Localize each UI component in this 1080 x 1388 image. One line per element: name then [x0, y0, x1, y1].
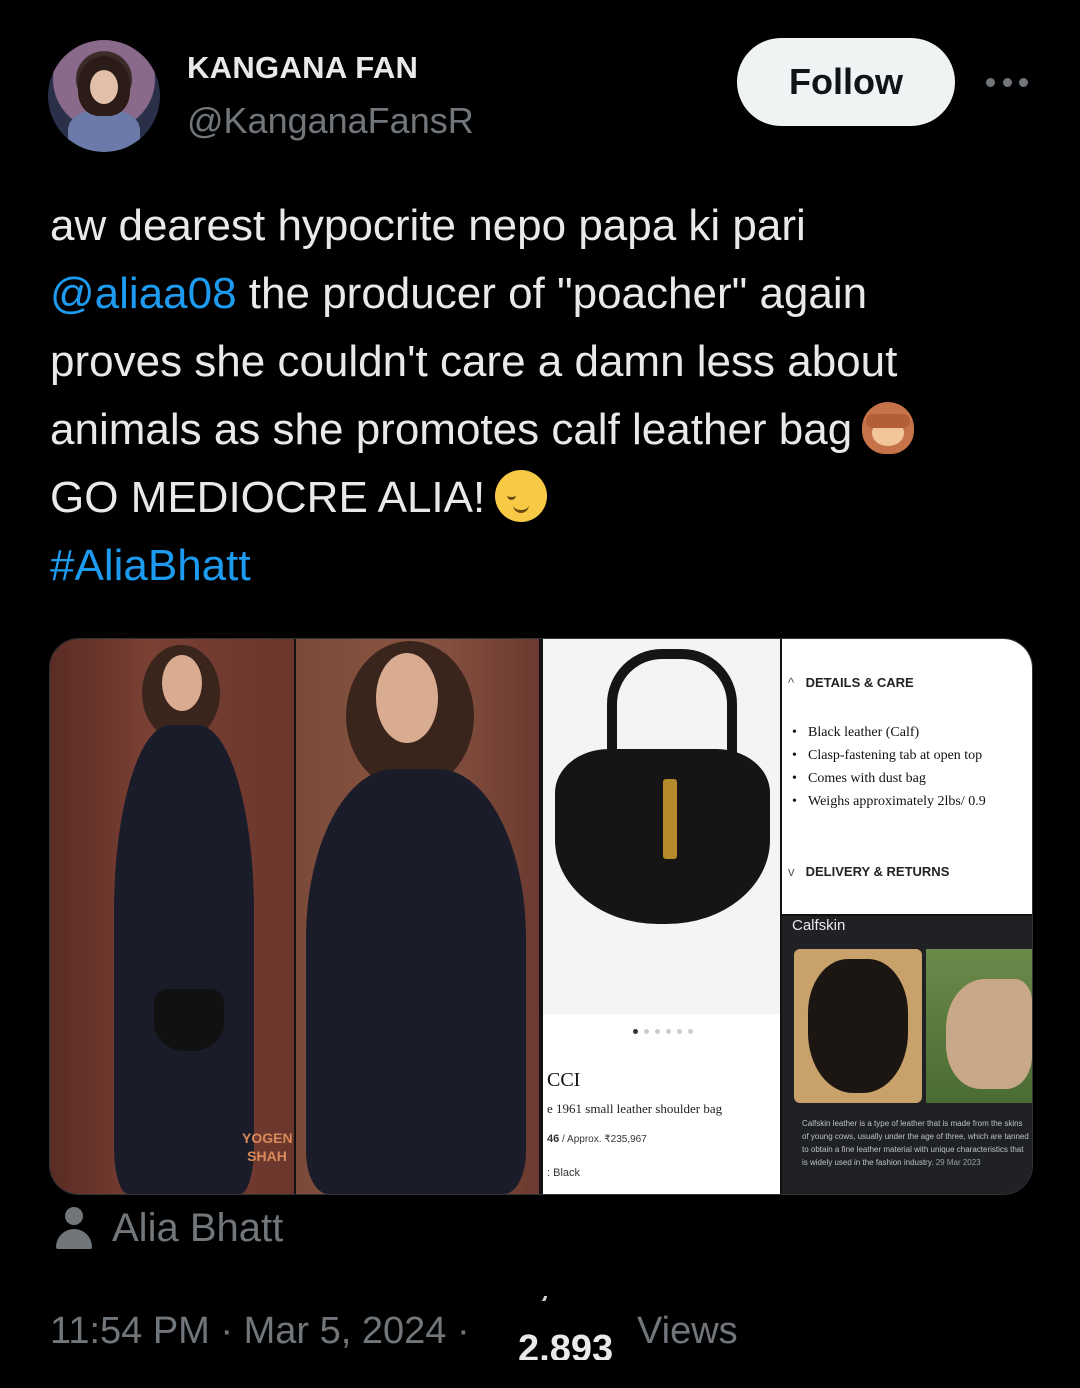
- product-price-approx: / Approx. ₹235,967: [562, 1134, 647, 1145]
- photo-watermark: YOGEN SHAH: [242, 1130, 293, 1164]
- tweet-line-2: @aliaa08 the producer of "poacher" again: [50, 260, 1040, 328]
- care-item: Black leather (Calf): [792, 721, 986, 744]
- tweet-line-4: animals as she promotes calf leather bag: [50, 396, 1040, 464]
- product-image: [543, 639, 780, 1014]
- see-no-evil-monkey-icon: [862, 402, 915, 454]
- photo1-bag: [154, 989, 224, 1051]
- product-name: e 1961 small leather shoulder bag: [547, 1101, 723, 1116]
- person-icon: [54, 1206, 94, 1251]
- tweet-media[interactable]: YOGEN SHAH CCI e 1961 small leather shou…: [49, 638, 1033, 1195]
- tweet-line-1: aw dearest hypocrite nepo papa ki pari: [50, 201, 806, 250]
- product-price: 46 / Approx. ₹235,967: [547, 1133, 647, 1145]
- calfskin-hide-image: [794, 949, 922, 1103]
- views-count-previous: 2,893: [518, 1296, 613, 1305]
- photo-alia-closeup[interactable]: [296, 639, 539, 1194]
- care-item: Clasp-fastening tab at open top: [792, 744, 986, 767]
- more-options-icon[interactable]: [986, 64, 1028, 100]
- tweet-timestamp[interactable]: 11:54 PM · Mar 5, 2024 ·: [50, 1310, 470, 1353]
- relieved-face-icon: [495, 470, 548, 522]
- calfskin-description-text: Calfskin leather is a type of leather th…: [802, 1119, 1029, 1167]
- author-handle[interactable]: @KanganaFansR: [187, 100, 474, 142]
- tweet-line-6: #AliaBhatt: [50, 532, 1040, 600]
- tweet-line-3: proves she couldn't care a damn less abo…: [50, 337, 898, 386]
- details-care-list: Black leather (Calf) Clasp-fastening tab…: [792, 721, 986, 813]
- delivery-returns-header[interactable]: v DELIVERY & RETURNS: [788, 864, 949, 879]
- chevron-up-icon: ^: [788, 675, 795, 690]
- calfskin-title: Calfskin: [792, 917, 846, 934]
- handbag-clasp: [663, 779, 677, 859]
- avatar[interactable]: [48, 40, 160, 152]
- photo2-suit: [306, 769, 526, 1194]
- handbag-image: [555, 649, 770, 924]
- hashtag-link[interactable]: #AliaBhatt: [50, 541, 251, 590]
- views-count-current: 2,893: [518, 1328, 614, 1360]
- calfskin-date: 29 Mar 2023: [935, 1158, 981, 1167]
- calfskin-description: Calfskin leather is a type of leather th…: [802, 1117, 1030, 1169]
- delivery-returns-label: DELIVERY & RETURNS: [805, 864, 950, 879]
- tweet-text: aw dearest hypocrite nepo papa ki pari @…: [50, 192, 1040, 600]
- photo2-face: [376, 653, 438, 743]
- details-panel: ^ DETAILS & CARE Black leather (Calf) Cl…: [782, 639, 1032, 914]
- product-card[interactable]: CCI e 1961 small leather shoulder bag 46…: [543, 639, 780, 1194]
- tweet-line-2-text: the producer of "poacher" again: [236, 269, 868, 318]
- avatar-face: [90, 70, 118, 104]
- tagged-user-name[interactable]: Alia Bhatt: [112, 1206, 283, 1251]
- product-color: : Black: [547, 1167, 581, 1179]
- mention-link[interactable]: @aliaa08: [50, 269, 237, 318]
- photo1-suit: [114, 725, 254, 1194]
- details-care-label: DETAILS & CARE: [805, 675, 914, 690]
- carousel-dots: [633, 1029, 693, 1034]
- tagged-user-row[interactable]: Alia Bhatt: [54, 1206, 283, 1251]
- care-item: Weighs approximately 2lbs/ 0.9: [792, 790, 986, 813]
- details-care-header[interactable]: ^ DETAILS & CARE: [788, 675, 914, 690]
- care-item: Comes with dust bag: [792, 767, 986, 790]
- follow-button[interactable]: Follow: [737, 38, 955, 126]
- chevron-down-icon: v: [788, 864, 795, 879]
- avatar-saree: [68, 110, 140, 152]
- views-count: 2,893 2,893: [518, 1296, 626, 1360]
- views-label: Views: [637, 1310, 738, 1352]
- author-display-name[interactable]: KANGANA FAN: [187, 50, 418, 86]
- photo-alia-full[interactable]: YOGEN SHAH: [50, 639, 294, 1194]
- tweet-line-5: GO MEDIOCRE ALIA!: [50, 464, 1040, 532]
- photo1-face: [162, 655, 202, 711]
- calf-image: [926, 949, 1032, 1103]
- product-price-code: 46: [547, 1133, 560, 1145]
- tweet-line-4-text: animals as she promotes calf leather bag: [50, 405, 853, 454]
- details-top-divider: [812, 639, 872, 645]
- product-brand: CCI: [547, 1069, 581, 1091]
- tweet-line-5-text: GO MEDIOCRE ALIA!: [50, 473, 486, 522]
